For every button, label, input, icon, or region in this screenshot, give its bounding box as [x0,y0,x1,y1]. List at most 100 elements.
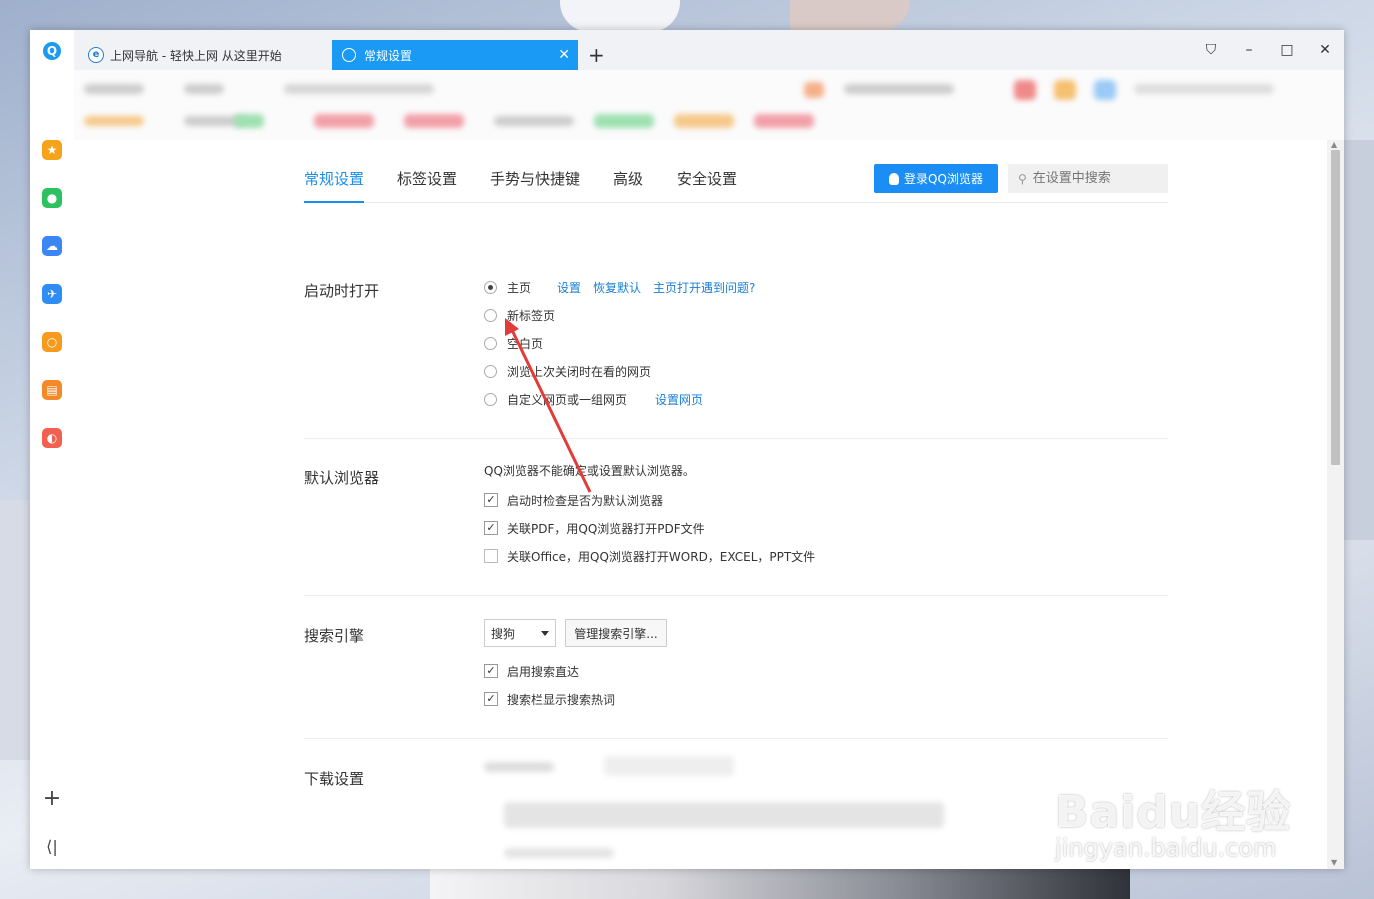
blur-block [84,116,144,126]
option-label: 浏览上次关闭时在看的网页 [507,364,652,379]
ie-icon: e [88,47,104,63]
blur-block [804,82,824,98]
radio-button[interactable] [484,336,497,350]
radio-button[interactable] [484,392,497,406]
blurred-download-settings [444,752,1004,869]
desktop-bg-shape [1340,140,1374,540]
startup-option-newtab[interactable]: 新标签页 [484,305,555,325]
blur-block [1134,84,1274,94]
blur-block [404,114,464,128]
checkbox-checked[interactable]: ✓ [484,692,498,706]
desktop-bg-shape [430,868,1130,899]
title-bar: e 上网导航 - 轻快上网 从这里开始 常规设置 ✕ + ⛉ – □ ✕ [74,30,1344,70]
tab-general[interactable]: 常规设置 [304,168,365,203]
tab-security[interactable]: 安全设置 [677,168,737,201]
option-label: 主页 [507,280,532,295]
add-icon[interactable]: + [42,788,62,810]
set-pages-link[interactable]: 设置网页 [655,391,703,408]
tab-navigation[interactable]: e 上网导航 - 轻快上网 从这里开始 [88,40,328,70]
new-tab-button[interactable]: + [588,43,605,67]
startup-option-custom[interactable]: 自定义网页或一组网页 设置网页 [484,389,703,409]
blur-block [484,762,554,772]
desktop-bg-shape [560,0,680,32]
skin-icon[interactable]: ⛉ [1202,42,1220,58]
scroll-up-icon[interactable]: ▲ [1331,140,1337,149]
tab-gestures[interactable]: 手势与快捷键 [490,168,580,201]
vertical-scrollbar[interactable]: ▲ ▼ [1327,140,1344,869]
tab-tab-settings[interactable]: 标签设置 [397,168,457,201]
settings-search-input[interactable] [1030,170,1160,187]
option-label: 新标签页 [507,308,556,323]
select-value: 搜狗 [491,626,516,641]
tab-advanced[interactable]: 高级 [613,168,643,201]
blur-block [844,84,954,94]
tab-label: 常规设置 [364,48,413,63]
search-icon[interactable]: ○ [42,332,62,352]
default-browser-note: QQ浏览器不能确定或设置默认浏览器。 [484,460,695,480]
search-engine-select[interactable]: 搜狗 [484,619,556,647]
section-title-download: 下载设置 [304,770,365,788]
check-hot-words[interactable]: ✓ 搜索栏显示搜索热词 [484,689,615,709]
check-default-on-startup[interactable]: ✓ 启动时检查是否为默认浏览器 [484,490,663,510]
qq-browser-logo-icon[interactable]: Q [43,42,61,60]
check-search-direct[interactable]: ✓ 启用搜索直达 [484,661,579,681]
minimize-icon[interactable]: – [1240,42,1258,58]
tab-settings[interactable]: 常规设置 ✕ [332,40,578,70]
close-icon[interactable]: ✕ [1316,42,1334,58]
checkbox-checked[interactable]: ✓ [484,664,498,678]
blur-block [674,114,734,128]
baidu-watermark: Baidu经验 jingyan.baidu.com [1050,756,1310,866]
blur-block [504,848,614,858]
section-divider [304,595,1168,596]
home-settings-link[interactable]: 设置 [557,279,581,296]
startup-option-last-session[interactable]: 浏览上次关闭时在看的网页 [484,361,651,381]
checkbox-unchecked[interactable] [484,549,498,563]
login-button[interactable]: 登录QQ浏览器 [874,164,998,193]
collapse-sidebar-icon[interactable]: ⟨| [42,836,62,858]
restore-default-link[interactable]: 恢复默认 [593,279,641,296]
home-problem-link[interactable]: 主页打开遇到问题? [653,279,755,296]
blur-block [284,84,434,94]
check-label: 关联PDF，用QQ浏览器打开PDF文件 [507,521,705,536]
cloud-icon[interactable]: ☁ [42,236,62,256]
login-label: 登录QQ浏览器 [904,172,983,186]
photo-icon[interactable]: ◐ [42,428,62,448]
radio-button[interactable] [484,308,497,322]
blur-block [184,84,224,94]
reader-icon[interactable]: ▤ [42,380,62,400]
section-divider [304,438,1168,439]
section-title-startup: 启动时打开 [304,282,380,300]
option-label: 自定义网页或一组网页 [507,392,628,407]
scroll-thumb[interactable] [1331,150,1340,465]
check-label: 启动时检查是否为默认浏览器 [507,493,664,508]
checkbox-checked[interactable]: ✓ [484,493,498,507]
sidebar: Q ★ ● ☁ ✈ ○ ▤ ◐ + ⟨| [30,30,75,869]
qq-penguin-icon [889,172,900,185]
radio-button[interactable] [484,280,497,294]
favorites-icon[interactable]: ★ [42,140,62,160]
startup-option-home[interactable]: 主页 设置 恢复默认 主页打开遇到问题? [484,277,755,297]
check-label: 关联Office，用QQ浏览器打开WORD，EXCEL，PPT文件 [507,549,816,564]
blur-block [1054,80,1076,100]
blur-block [494,116,574,126]
section-title-search-engine: 搜索引擎 [304,627,365,645]
blur-block [1014,80,1036,100]
browser-window: Q ★ ● ☁ ✈ ○ ▤ ◐ + ⟨| e 上网导航 - 轻快上网 从这里开始… [30,30,1344,869]
wechat-icon[interactable]: ● [42,188,62,208]
startup-option-blank[interactable]: 空白页 [484,333,543,353]
close-tab-icon[interactable]: ✕ [558,47,570,63]
maximize-icon[interactable]: □ [1278,42,1296,58]
check-associate-office[interactable]: 关联Office，用QQ浏览器打开WORD，EXCEL，PPT文件 [484,546,815,566]
address-toolbar-blurred [74,70,1344,141]
checkbox-checked[interactable]: ✓ [484,521,498,535]
translate-icon[interactable]: ✈ [42,284,62,304]
watermark-sub: jingyan.baidu.com [1055,834,1277,862]
settings-search[interactable]: ⚲ [1008,164,1168,193]
radio-button[interactable] [484,364,497,378]
check-associate-pdf[interactable]: ✓ 关联PDF，用QQ浏览器打开PDF文件 [484,518,705,538]
scroll-down-icon[interactable]: ▼ [1331,858,1337,867]
blur-block [234,114,264,128]
desktop-bg-shape [0,500,30,760]
manage-search-engines-button[interactable]: 管理搜索引擎... [565,619,667,647]
section-title-default-browser: 默认浏览器 [304,469,380,487]
